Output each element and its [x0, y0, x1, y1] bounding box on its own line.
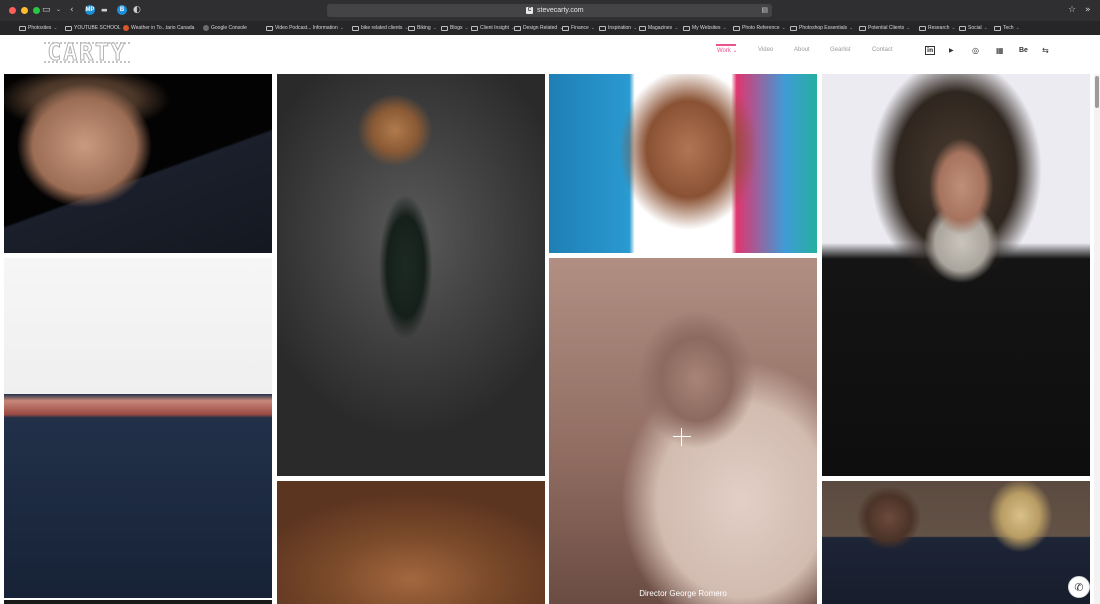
bookmark-item[interactable]: YOUTUBE SCHOOL: [65, 21, 123, 35]
folder-icon: [733, 25, 740, 31]
bookmark-item[interactable]: Google Console: [203, 21, 266, 35]
pinned-tab-icon[interactable]: ▬: [101, 5, 108, 15]
photo-caption: Director George Romero: [639, 589, 727, 598]
chat-button[interactable]: ✆: [1068, 576, 1090, 598]
bookmark-item[interactable]: Tech ⌄: [994, 21, 1020, 35]
sidebar-icon[interactable]: ▭: [42, 5, 51, 15]
bookmark-item[interactable]: Weather in To...tario Canada: [123, 21, 203, 35]
bookmarks-bar: Photosites ⌄ YOUTUBE SCHOOL Weather in To…: [0, 21, 1100, 35]
portrait-photo[interactable]: [4, 600, 272, 604]
crosshair-icon: [681, 428, 682, 446]
maximize-window-button[interactable]: [33, 7, 40, 14]
pinned-tab-mp[interactable]: MP: [85, 5, 95, 15]
page-scrollbar[interactable]: [1094, 74, 1100, 604]
folder-icon: [266, 25, 273, 31]
bank-icon[interactable]: ▦: [996, 46, 1004, 56]
bookmark-item[interactable]: Client Insight ⌄: [471, 21, 515, 35]
nav-video[interactable]: Video: [758, 47, 773, 53]
extensions-icon[interactable]: »: [1085, 5, 1091, 15]
portrait-photo[interactable]: [822, 74, 1090, 476]
bookmark-item[interactable]: Design Related ⌄: [514, 21, 563, 35]
portrait-photo[interactable]: [277, 481, 545, 604]
bookmark-item[interactable]: Finance ⌄: [562, 21, 599, 35]
portrait-photo[interactable]: [549, 74, 817, 253]
address-bar[interactable]: C stevecarty.com ▤: [327, 4, 772, 17]
google-console-icon: [203, 25, 209, 31]
bookmark-item[interactable]: My Websites ⌄: [683, 21, 733, 35]
folder-icon: [65, 25, 72, 31]
site-header: CARTY Work ⌄ Video About Gearlist Contac…: [0, 35, 1100, 73]
back-icon[interactable]: ‹: [70, 5, 74, 15]
browser-titlebar: ▭ ⌄ ‹ MP ▬ B ◐ C stevecarty.com ▤ ☆ »: [0, 0, 1100, 21]
address-bar-url: stevecarty.com: [537, 7, 584, 14]
bookmark-item[interactable]: Photo Reference ⌄: [733, 21, 790, 35]
weather-icon: [123, 25, 129, 31]
bookmark-item[interactable]: Blogs ⌄: [441, 21, 471, 35]
folder-icon: [441, 25, 448, 31]
bookmark-item[interactable]: bike related clients ⌄: [352, 21, 409, 35]
folder-icon: [352, 25, 359, 31]
window-controls: [9, 7, 40, 14]
shield-icon[interactable]: ◐: [133, 5, 141, 15]
bookmark-item[interactable]: Biking ⌄: [408, 21, 441, 35]
folder-icon: [959, 25, 966, 31]
bookmark-item[interactable]: Video Podcast... Information ⌄: [266, 21, 352, 35]
linkedin-icon[interactable]: in: [925, 46, 936, 55]
bookmark-item[interactable]: Photoshop Essentials ⌄: [790, 21, 859, 35]
pinned-tab-b[interactable]: B: [117, 5, 127, 15]
folder-icon: [639, 25, 646, 31]
bookmark-item[interactable]: Social ⌄: [959, 21, 994, 35]
reader-icon[interactable]: ▤: [761, 5, 768, 16]
folder-icon: [19, 25, 26, 31]
portrait-photo[interactable]: [4, 258, 272, 598]
chevron-down-icon[interactable]: ⌄: [56, 5, 61, 15]
folder-icon: [408, 25, 415, 31]
nav-gearlist[interactable]: Gearlist: [830, 47, 851, 53]
whatsapp-icon: ✆: [1074, 580, 1084, 594]
folder-icon: [599, 25, 606, 31]
youtube-icon[interactable]: ▶: [949, 46, 954, 56]
bookmark-item[interactable]: Research ⌄: [919, 21, 959, 35]
bookmark-item[interactable]: Magazines ⌄: [639, 21, 683, 35]
folder-icon: [471, 25, 478, 31]
folder-icon: [919, 25, 926, 31]
nav-work[interactable]: Work ⌄: [717, 47, 738, 54]
nav-contact[interactable]: Contact: [872, 47, 893, 53]
bookmark-item[interactable]: Photosites ⌄: [19, 21, 65, 35]
portrait-photo[interactable]: [4, 74, 272, 253]
crosshair-icon: [673, 436, 691, 437]
share-icon[interactable]: ⇆: [1042, 46, 1049, 56]
portrait-photo[interactable]: [822, 481, 1090, 604]
site-logo[interactable]: CARTY: [44, 39, 130, 66]
folder-icon: [562, 25, 569, 31]
folder-icon: [514, 25, 521, 31]
nav-active-indicator: [716, 44, 736, 46]
portrait-photo[interactable]: Director George Romero: [549, 258, 817, 604]
folder-icon: [790, 25, 797, 31]
star-icon[interactable]: ☆: [1068, 5, 1076, 15]
portrait-photo[interactable]: [277, 74, 545, 476]
bookmark-item[interactable]: Inspiration ⌄: [599, 21, 639, 35]
bookmark-item[interactable]: Potential Clients ⌄: [859, 21, 919, 35]
close-window-button[interactable]: [9, 7, 16, 14]
folder-icon: [683, 25, 690, 31]
scrollbar-thumb[interactable]: [1095, 76, 1099, 108]
nav-about[interactable]: About: [794, 47, 810, 53]
folder-icon: [859, 25, 866, 31]
folder-icon: [994, 25, 1001, 31]
minimize-window-button[interactable]: [21, 7, 28, 14]
instagram-icon[interactable]: ◎: [972, 46, 979, 56]
site-favicon: C: [526, 7, 533, 14]
behance-icon[interactable]: Be: [1019, 46, 1028, 56]
